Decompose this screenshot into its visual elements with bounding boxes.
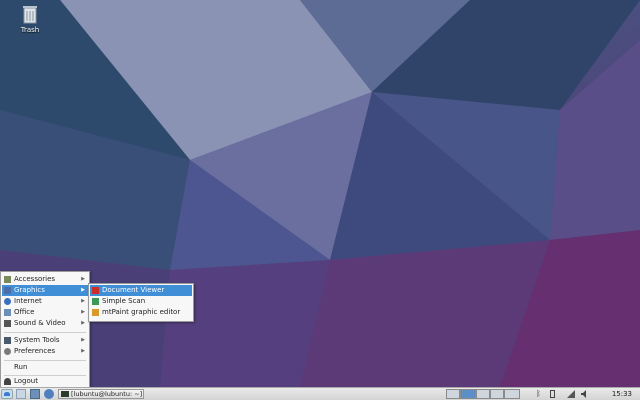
workspace-2[interactable]: [460, 389, 476, 399]
internet-icon: [4, 298, 11, 305]
menu-separator: [4, 332, 86, 333]
workspace-4[interactable]: [490, 389, 504, 399]
taskbar: [lubuntu@lubuntu: ~] ᛒ 15:33: [0, 387, 640, 400]
volume-icon[interactable]: [580, 389, 590, 399]
show-desktop-button[interactable]: [16, 389, 26, 399]
submenu-item-label: Document Viewer: [102, 286, 165, 294]
sound-video-icon: [4, 320, 11, 327]
logout-icon: [4, 378, 11, 385]
chevron-right-icon: ▶: [81, 320, 85, 326]
menu-item-label: Run: [14, 363, 28, 371]
battery-icon[interactable]: [550, 390, 555, 398]
chevron-right-icon: ▶: [81, 348, 85, 354]
paint-icon: [92, 309, 99, 316]
workspace-5[interactable]: [504, 389, 520, 399]
graphics-submenu: Document Viewer Simple Scan mtPaint grap…: [88, 283, 194, 322]
terminal-icon: [61, 391, 69, 397]
document-viewer-icon: [92, 287, 99, 294]
chevron-right-icon: ▶: [81, 298, 85, 304]
chevron-right-icon: ▶: [81, 309, 85, 315]
menu-item-preferences[interactable]: Preferences ▶: [2, 346, 88, 357]
office-icon: [4, 309, 11, 316]
task-button-terminal[interactable]: [lubuntu@lubuntu: ~]: [58, 389, 144, 399]
menu-separator: [4, 360, 86, 361]
menu-item-run[interactable]: Run: [2, 362, 88, 373]
menu-item-label: Logout: [14, 377, 38, 385]
menu-item-graphics[interactable]: Graphics ▶: [2, 285, 88, 296]
workspace-3[interactable]: [476, 389, 490, 399]
menu-item-label: Sound & Video: [14, 319, 66, 327]
web-browser-button[interactable]: [44, 389, 54, 399]
submenu-item-document-viewer[interactable]: Document Viewer: [90, 285, 192, 296]
graphics-icon: [4, 287, 11, 294]
menu-item-sound-video[interactable]: Sound & Video ▶: [2, 318, 88, 329]
lubuntu-logo-icon: [4, 392, 10, 396]
task-button-label: [lubuntu@lubuntu: ~]: [71, 390, 143, 398]
wallpaper: [0, 0, 640, 387]
menu-item-system-tools[interactable]: System Tools ▶: [2, 335, 88, 346]
menu-item-internet[interactable]: Internet ▶: [2, 296, 88, 307]
chevron-right-icon: ▶: [81, 276, 85, 282]
clock[interactable]: 15:33: [612, 388, 632, 400]
menu-item-label: Internet: [14, 297, 42, 305]
submenu-item-mtpaint[interactable]: mtPaint graphic editor: [90, 307, 192, 318]
desktop-background[interactable]: Trash: [0, 0, 640, 387]
desktop-icon-trash[interactable]: Trash: [12, 4, 48, 34]
menu-item-label: Graphics: [14, 286, 45, 294]
accessories-icon: [4, 276, 11, 283]
trash-icon: [21, 4, 39, 24]
bluetooth-icon[interactable]: ᛒ: [536, 389, 544, 399]
application-menu: Accessories ▶ Graphics ▶ Internet ▶ Offi…: [0, 271, 90, 390]
submenu-item-label: mtPaint graphic editor: [102, 308, 181, 316]
system-tools-icon: [4, 337, 11, 344]
menu-item-label: Office: [14, 308, 35, 316]
menu-item-accessories[interactable]: Accessories ▶: [2, 274, 88, 285]
menu-item-logout[interactable]: Logout: [2, 376, 88, 387]
menu-item-label: Preferences: [14, 347, 56, 355]
menu-item-office[interactable]: Office ▶: [2, 307, 88, 318]
scanner-icon: [92, 298, 99, 305]
chevron-right-icon: ▶: [81, 287, 85, 293]
menu-item-label: System Tools: [14, 336, 60, 344]
chevron-right-icon: ▶: [81, 337, 85, 343]
network-icon[interactable]: [566, 389, 576, 399]
preferences-icon: [4, 348, 11, 355]
submenu-item-label: Simple Scan: [102, 297, 146, 305]
workspace-1[interactable]: [446, 389, 460, 399]
file-manager-button[interactable]: [30, 389, 40, 399]
desktop-icon-label: Trash: [20, 26, 40, 34]
menu-item-label: Accessories: [14, 275, 56, 283]
submenu-item-simple-scan[interactable]: Simple Scan: [90, 296, 192, 307]
start-menu-button[interactable]: [1, 389, 13, 399]
